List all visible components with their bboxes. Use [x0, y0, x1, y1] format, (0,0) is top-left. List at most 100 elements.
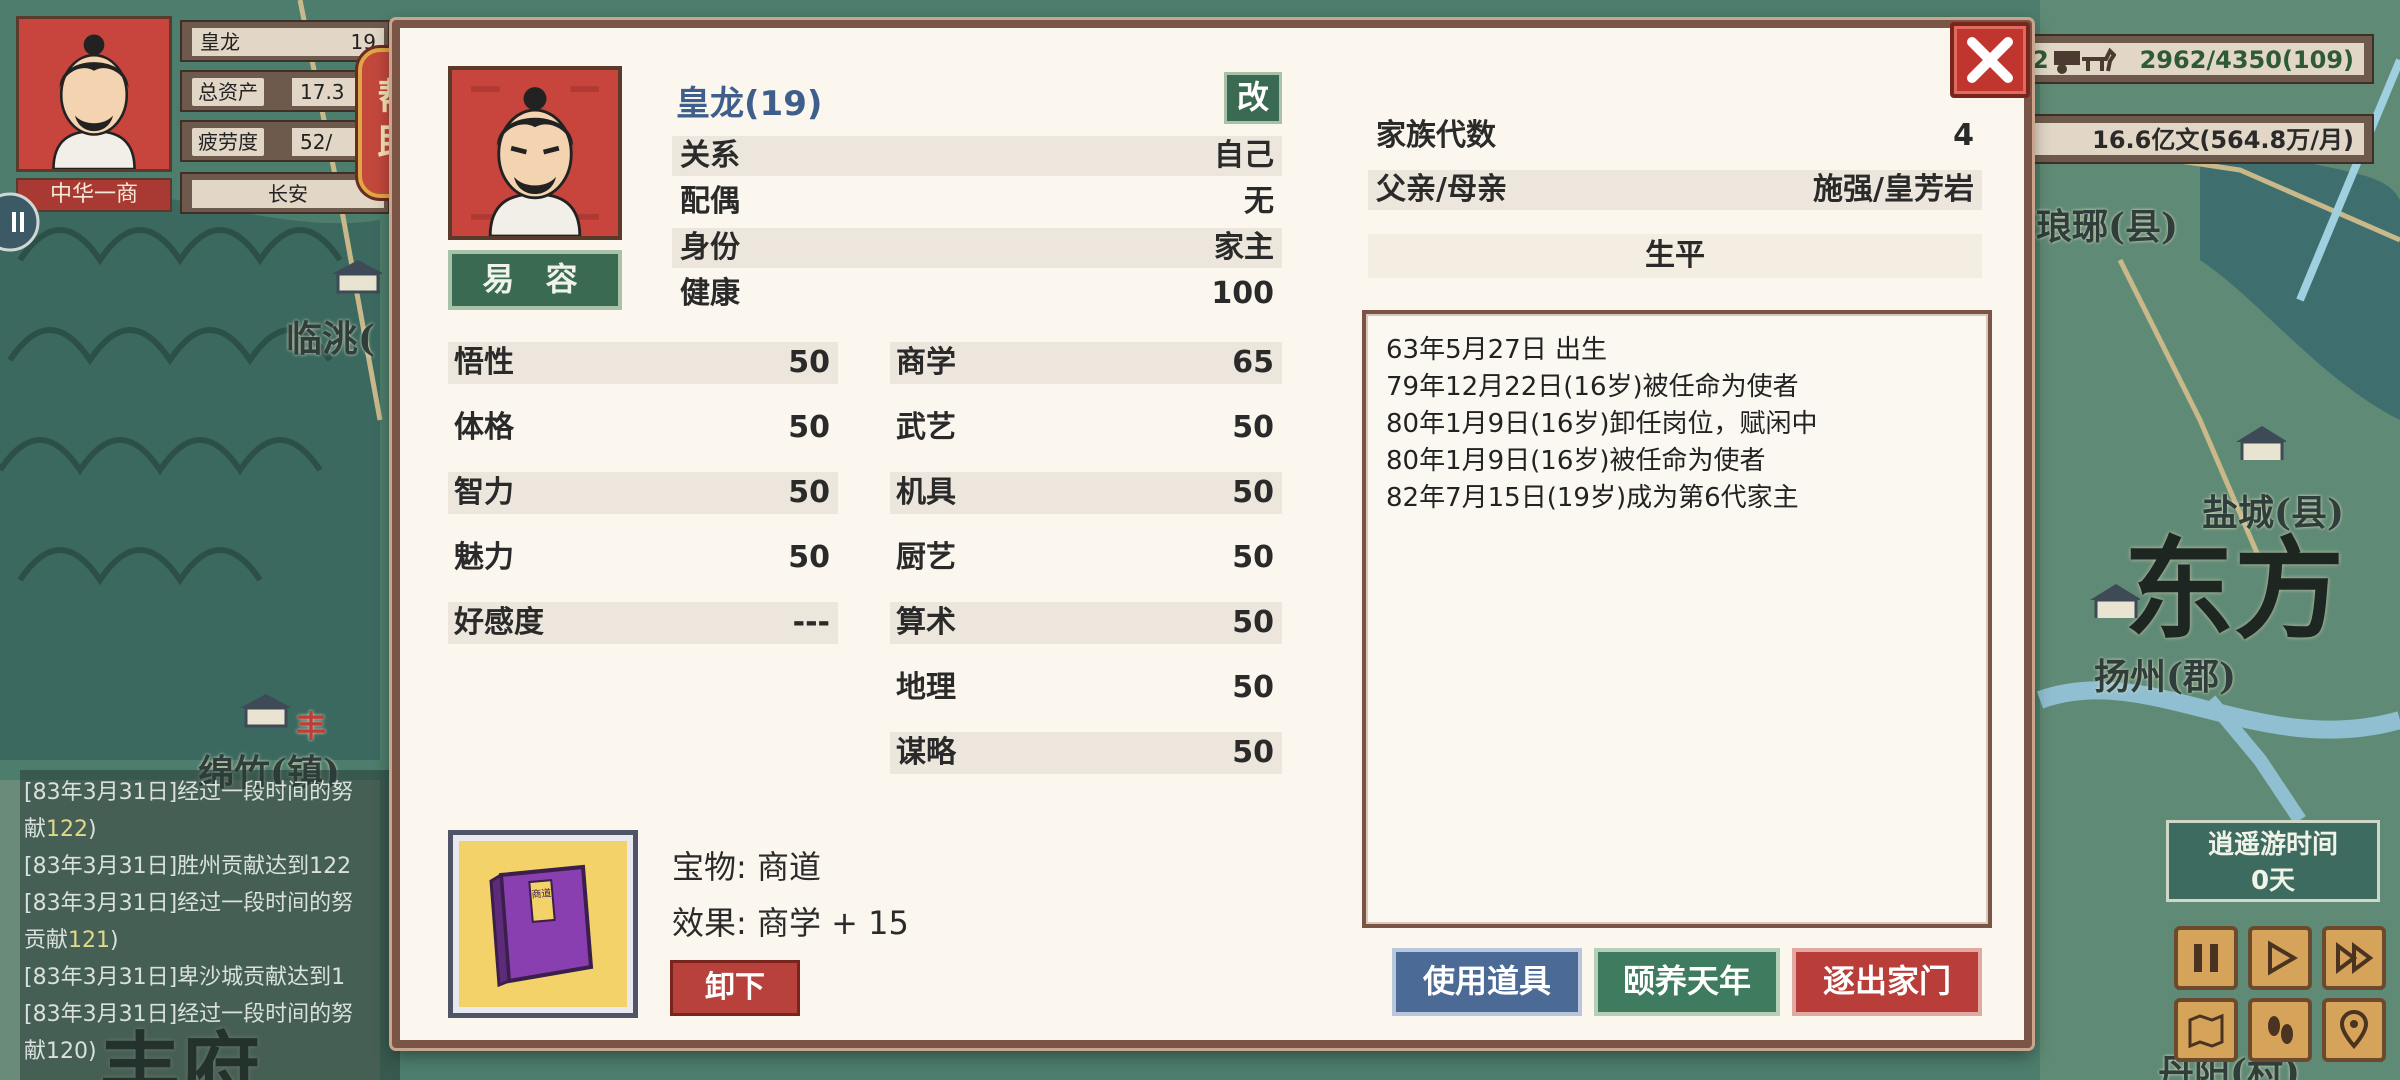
log-line: 献120) — [24, 1033, 394, 1070]
info-row-health: 健康 100 — [672, 274, 1282, 314]
stat-label: 智力 — [454, 475, 514, 510]
map-label-feng: 丰 — [296, 710, 326, 745]
family-generation-label: 家族代数 — [1376, 118, 1496, 153]
stat-label: 商学 — [896, 345, 956, 380]
treasure-slot[interactable]: 商道 — [448, 830, 638, 1018]
side-scroll-icon[interactable] — [0, 182, 46, 262]
stat-label: 厨艺 — [896, 540, 956, 575]
money-row: 16.6亿文(564.8万/月) — [2014, 114, 2374, 164]
horse-cart-icon — [2054, 47, 2116, 74]
map-label-linyao[interactable]: 临洮( — [286, 310, 375, 362]
village-building-icon[interactable] — [236, 690, 290, 730]
log-text: [83年3月31日]胜州贡献达到122 — [24, 854, 352, 879]
stat-row: 体格 50 — [448, 407, 838, 449]
expel-button[interactable]: 逐出家门 — [1792, 948, 1982, 1016]
unequip-button[interactable]: 卸下 — [670, 960, 800, 1016]
info-row-spouse: 配偶 无 — [672, 182, 1282, 222]
fast-forward-button[interactable] — [2322, 926, 2386, 990]
stat-label: 谋略 — [896, 735, 956, 770]
stat-label: 机具 — [896, 475, 956, 510]
info-row-identity: 身份 家主 — [672, 228, 1282, 268]
close-button[interactable] — [1950, 22, 2030, 98]
character-portrait-icon — [19, 19, 169, 169]
use-item-button[interactable]: 使用道具 — [1392, 948, 1582, 1016]
info-row-relation: 关系 自己 — [672, 136, 1282, 176]
city-building-icon[interactable] — [2086, 578, 2140, 618]
log-highlight: 122 — [46, 817, 89, 842]
stat-row: 智力 50 — [448, 472, 838, 514]
biography-entry: 80年1月9日(16岁)被任命为使者 — [1386, 446, 1766, 476]
treasure-name: 宝物: 商道 — [672, 848, 821, 886]
close-icon — [1967, 37, 2013, 83]
stat-label: 武艺 — [896, 410, 956, 445]
player-avatar[interactable] — [16, 16, 172, 172]
play-button[interactable] — [2248, 926, 2312, 990]
biography-entry: 79年12月22日(16岁)被任命为使者 — [1386, 372, 1799, 402]
disguise-button[interactable]: 易 容 — [448, 250, 622, 310]
log-line: [83年3月31日]经过一段时间的努 — [24, 885, 394, 922]
stat-row: 算术 50 — [890, 602, 1282, 644]
transport-value: 2962/4350(109) — [2139, 46, 2354, 74]
log-text: [83年3月31日]经过一段时间的努 — [24, 1002, 354, 1027]
stat-label: 好感度 — [454, 605, 544, 640]
log-line: [83年3月31日]卑沙城贡献达到1 — [24, 959, 394, 996]
footprint-button[interactable] — [2248, 998, 2312, 1062]
city-building-icon[interactable] — [2232, 420, 2286, 460]
retire-button[interactable]: 颐养天年 — [1594, 948, 1780, 1016]
family-generation-row: 家族代数 4 — [1368, 116, 1982, 156]
character-portrait-icon — [452, 70, 618, 236]
location-pin-icon — [2339, 1010, 2369, 1050]
edit-name-button[interactable]: 改 — [1224, 72, 1282, 124]
stat-row: 地理 50 — [890, 667, 1282, 709]
stat-row: 悟性 50 — [448, 342, 838, 384]
stat-row: 武艺 50 — [890, 407, 1282, 449]
hud-location: 长安 — [192, 180, 384, 208]
log-line: [83年3月31日]经过一段时间的努 — [24, 996, 394, 1033]
log-text: [83年3月31日]经过一段时间的努 — [24, 891, 354, 916]
transport-capacity: 2 2962/4350(109) — [2024, 43, 2364, 75]
hud-name-row: 皇龙 19 — [180, 20, 390, 62]
info-label: 身份 — [680, 230, 740, 265]
map-toggle-button[interactable] — [2174, 998, 2238, 1062]
family-generation-value: 4 — [1953, 118, 1974, 153]
biography-entry: 80年1月9日(16岁)卸任岗位，赋闲中 — [1386, 409, 1818, 439]
log-text: ) — [88, 817, 97, 842]
stat-value: 50 — [1232, 605, 1274, 640]
location-pin-button[interactable] — [2322, 998, 2386, 1062]
stat-row: 商学 65 — [890, 342, 1282, 384]
map-label-yangzhou[interactable]: 扬州(郡) — [2094, 648, 2236, 700]
pause-button[interactable] — [2174, 926, 2238, 990]
log-text: 贡献 — [24, 928, 69, 953]
character-name: 皇龙(19) — [676, 84, 823, 124]
log-line: 贡献121) — [24, 922, 394, 959]
map-label-langye[interactable]: 琅琊(县) — [2036, 198, 2178, 250]
treasure-effect: 效果: 商学 + 15 — [672, 904, 909, 942]
family-parents-label: 父亲/母亲 — [1376, 172, 1507, 207]
stat-value: 50 — [1232, 670, 1274, 705]
log-text: [83年3月31日]卑沙城贡献达到1 — [24, 965, 346, 990]
info-label: 配偶 — [680, 184, 740, 219]
info-value: 自己 — [1214, 138, 1274, 173]
info-label: 关系 — [680, 138, 740, 173]
transport-row: 2 2962/4350(109) — [2014, 34, 2374, 84]
map-icon — [2188, 1013, 2224, 1049]
hud-fatigue-label: 疲劳度 — [192, 128, 264, 156]
biography-entry: 63年5月27日 出生 — [1386, 335, 1607, 365]
stat-value: 65 — [1232, 345, 1274, 380]
money-value: 16.6亿文(564.8万/月) — [2024, 123, 2364, 155]
log-highlight: 121 — [68, 928, 111, 953]
hud-assets-label: 总资产 — [192, 78, 264, 106]
stat-row: 好感度 --- — [448, 602, 838, 644]
log-line: [83年3月31日]胜州贡献达到122 — [24, 848, 394, 885]
info-value: 无 — [1244, 184, 1274, 219]
biography-box[interactable]: 63年5月27日 出生 79年12月22日(16岁)被任命为使者 80年1月9日… — [1362, 310, 1992, 928]
map-label-dongfang: 东方 — [2124, 525, 2344, 654]
stat-row: 厨艺 50 — [890, 537, 1282, 579]
info-label: 健康 — [680, 276, 740, 311]
family-parents-row: 父亲/母亲 施强/皇芳岩 — [1368, 170, 1982, 210]
log-line: [83年3月31日]经过一段时间的努 — [24, 774, 394, 811]
village-building-icon[interactable] — [328, 256, 382, 296]
event-log[interactable]: [83年3月31日]经过一段时间的努 献122) [83年3月31日]胜州贡献达… — [24, 774, 394, 1070]
stat-label: 地理 — [896, 670, 956, 705]
stat-label: 悟性 — [454, 345, 514, 380]
